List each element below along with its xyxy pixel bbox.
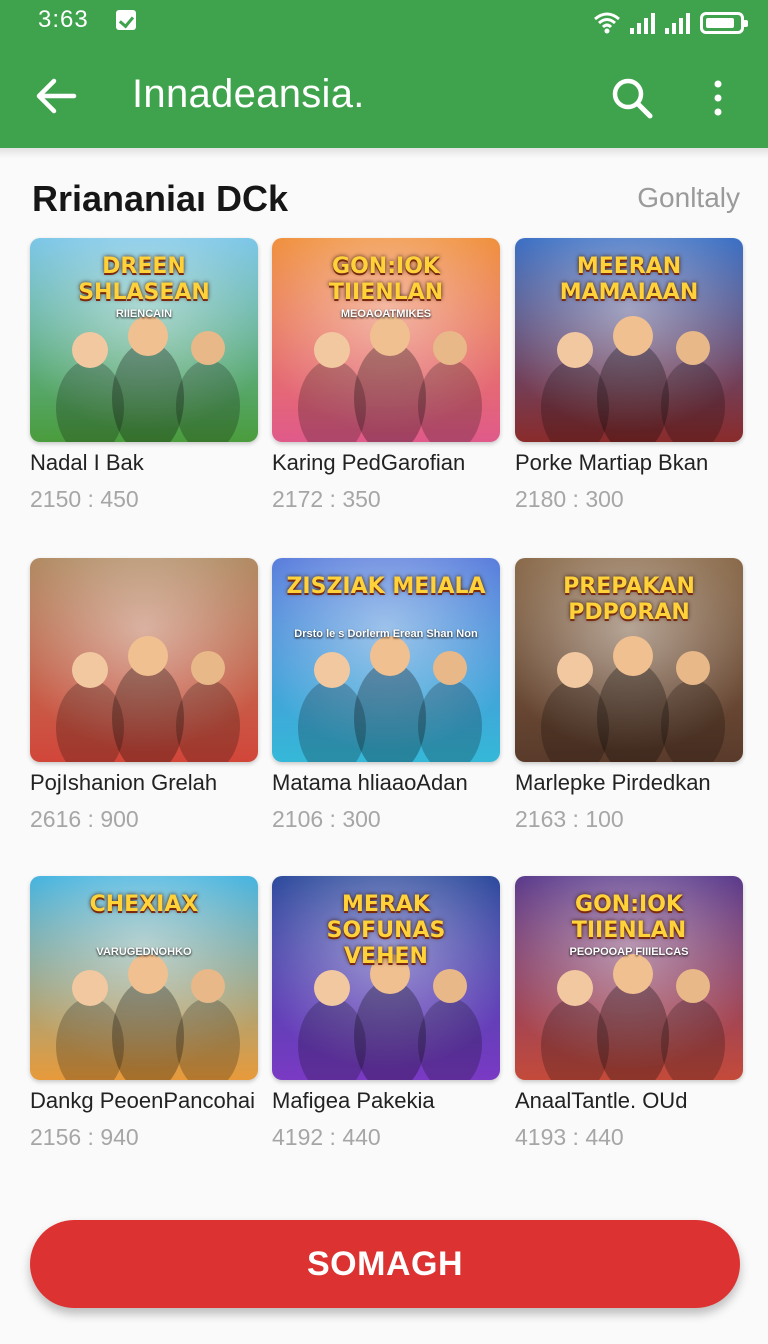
game-art-subtitle: MEOAOATMIKES bbox=[340, 308, 432, 320]
page-title: Innadeansia. bbox=[132, 72, 365, 116]
back-button[interactable] bbox=[28, 70, 84, 122]
game-art-title: PREPAKAN PDPORAN bbox=[563, 574, 695, 625]
search-button[interactable] bbox=[604, 72, 660, 124]
game-title: AnaalTantle. OUd bbox=[515, 1088, 688, 1113]
game-art-subtitle: PEOPOOAP FIIIELCAS bbox=[569, 946, 689, 958]
game-meta: 4192 : 440 bbox=[272, 1124, 381, 1150]
signal-icon bbox=[630, 12, 655, 34]
game-art-title: MERAK SOFUNAS VEHEN bbox=[326, 892, 446, 969]
wifi-icon bbox=[594, 12, 620, 34]
arrow-left-icon bbox=[36, 78, 77, 114]
primary-action-button[interactable]: SOMAGH bbox=[30, 1220, 740, 1308]
game-art-title: GON:IOK TIIENLAN bbox=[571, 892, 687, 943]
game-title: Mafigea Pakekia bbox=[272, 1088, 435, 1113]
game-thumbnail: CHEXIAX VARUGEDNOHKO bbox=[30, 876, 258, 1080]
game-art-title: MEERAN MAMAIAAN bbox=[559, 254, 699, 305]
game-meta: 4193 : 440 bbox=[515, 1124, 624, 1150]
game-art-subtitle: Drsto le s Dorlerm Erean Shan Non bbox=[294, 628, 478, 640]
more-vert-icon bbox=[714, 80, 722, 116]
game-title: Marlepke Pirdedkan bbox=[515, 770, 711, 795]
game-meta: 2172 : 350 bbox=[272, 486, 381, 512]
game-meta: 2156 : 940 bbox=[30, 1124, 139, 1150]
game-title: Karing PedGarofian bbox=[272, 450, 466, 475]
game-meta: 2163 : 100 bbox=[515, 806, 624, 832]
game-art-title: GON:IOK TIIENLAN bbox=[328, 254, 444, 305]
game-thumbnail bbox=[30, 558, 258, 762]
status-bar: 3:63 bbox=[0, 0, 768, 44]
app-header: 3:63 Innadeansia. bbox=[0, 0, 768, 148]
search-icon bbox=[612, 78, 653, 119]
section-title: Rriananiaı DCk bbox=[32, 178, 289, 219]
game-meta: 2616 : 900 bbox=[30, 806, 139, 832]
game-thumbnail: GON:IOK TIIENLAN PEOPOOAP FIIIELCAS bbox=[515, 876, 743, 1080]
game-thumbnail: ZISZIAK MEIALA Drsto le s Dorlerm Erean S… bbox=[272, 558, 500, 762]
signal-icon-2 bbox=[665, 12, 690, 34]
status-time: 3:63 bbox=[38, 6, 89, 33]
game-meta: 2150 : 450 bbox=[30, 486, 139, 512]
game-card[interactable]: MEERAN MAMAIAAN Porke Martiap Bkan 2180 : … bbox=[515, 238, 743, 513]
game-title: Dankg PeoenPancohai bbox=[30, 1088, 256, 1113]
game-title: Nadal I Bak bbox=[30, 450, 144, 475]
game-art-title: ZISZIAK MEIALA bbox=[286, 574, 486, 599]
game-card[interactable]: GON:IOK TIIENLAN PEOPOOAP FIIIELCAS AnaalT… bbox=[515, 876, 743, 1151]
game-title: Porke Martiap Bkan bbox=[515, 450, 709, 475]
game-thumbnail: PREPAKAN PDPORAN bbox=[515, 558, 743, 762]
app-bar: Innadeansia. bbox=[0, 44, 768, 148]
game-card[interactable]: GON:IOK TIIENLAN MEOAOATMIKES Karing PedGa… bbox=[272, 238, 500, 513]
game-art-title: DREEN SHLASEAN bbox=[78, 254, 210, 305]
game-card[interactable]: CHEXIAX VARUGEDNOHKO Dankg PeoenPancohai 21… bbox=[30, 876, 258, 1151]
game-art-title: CHEXIAX bbox=[89, 892, 199, 917]
game-card[interactable]: PojIshanion Grelah 2616 : 900 bbox=[30, 558, 258, 833]
battery-icon bbox=[700, 12, 748, 34]
game-card[interactable]: MERAK SOFUNAS VEHEN Mafigea Pakekia 4192 :… bbox=[272, 876, 500, 1151]
game-card[interactable]: PREPAKAN PDPORAN Marlepke Pirdedkan 2163 :… bbox=[515, 558, 743, 833]
more-options-button[interactable] bbox=[700, 72, 736, 124]
game-thumbnail: MEERAN MAMAIAAN bbox=[515, 238, 743, 442]
game-meta: 2106 : 300 bbox=[272, 806, 381, 832]
main-content: Rriananiaı DCk Gonltaly DREEN SHLASEAN RI… bbox=[0, 148, 768, 1344]
game-title: PojIshanion Grelah bbox=[30, 770, 218, 795]
game-card[interactable]: ZISZIAK MEIALA Drsto le s Dorlerm Erean S… bbox=[272, 558, 500, 833]
game-thumbnail: MERAK SOFUNAS VEHEN bbox=[272, 876, 500, 1080]
game-art-subtitle: VARUGEDNOHKO bbox=[96, 946, 192, 958]
game-card[interactable]: DREEN SHLASEAN RIIENCAIN Nadal I Bak 2150 :… bbox=[30, 238, 258, 513]
status-icons bbox=[594, 8, 748, 34]
section-more-link[interactable]: Gonltaly bbox=[637, 182, 740, 214]
game-meta: 2180 : 300 bbox=[515, 486, 624, 512]
game-thumbnail: GON:IOK TIIENLAN MEOAOATMIKES bbox=[272, 238, 500, 442]
game-art bbox=[30, 558, 258, 762]
notification-icon bbox=[116, 10, 136, 30]
game-thumbnail: DREEN SHLASEAN RIIENCAIN bbox=[30, 238, 258, 442]
game-title: Matama hliaaoAdan bbox=[272, 770, 468, 795]
game-art-subtitle: RIIENCAIN bbox=[115, 308, 173, 320]
